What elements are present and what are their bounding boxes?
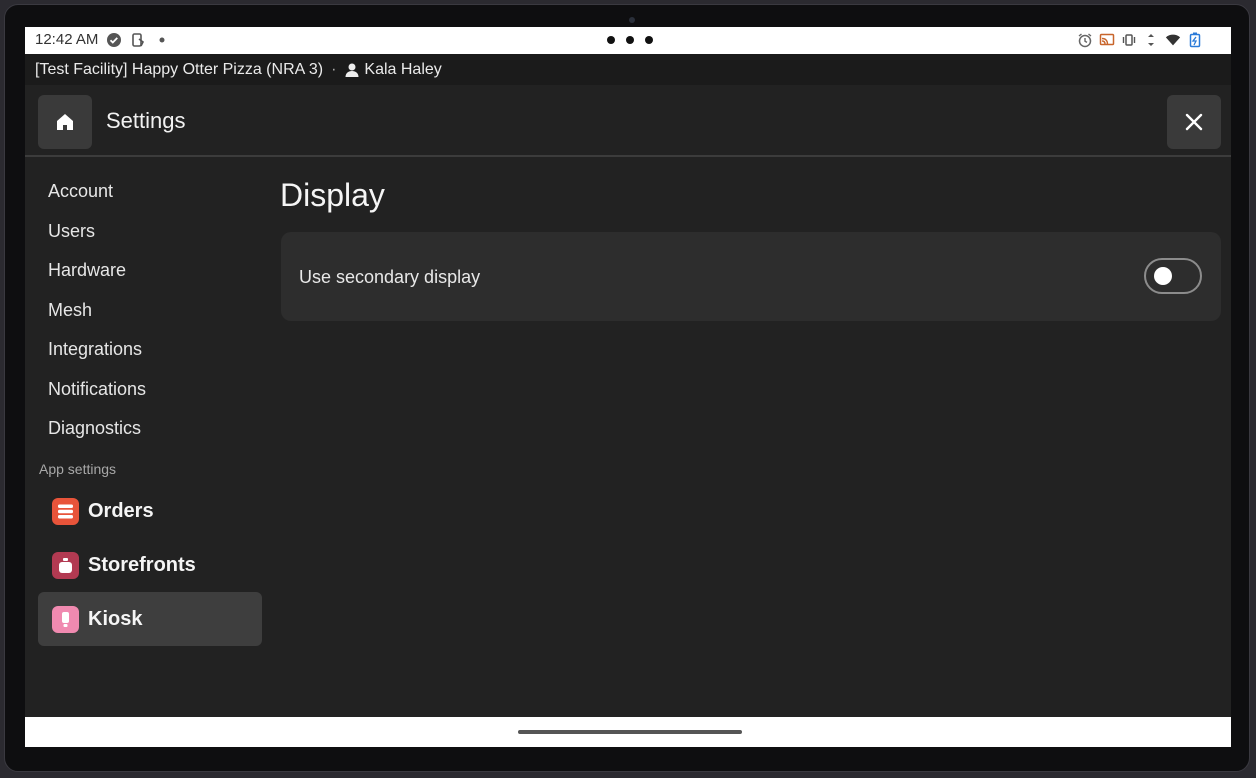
close-button[interactable] <box>1167 95 1221 149</box>
settings-sidebar: Account Users Hardware Mesh Integrations… <box>25 157 275 717</box>
sidebar-item-integrations[interactable]: Integrations <box>48 334 142 364</box>
front-camera <box>629 17 635 23</box>
current-user: Kala Haley <box>344 60 442 79</box>
sidebar-app-label: Kiosk <box>88 607 143 630</box>
notification-dot-icon <box>154 32 170 48</box>
home-button[interactable] <box>38 95 92 149</box>
vibrate-icon <box>1121 32 1137 48</box>
toggle-knob <box>1154 267 1172 285</box>
user-icon <box>344 62 360 78</box>
sidebar-item-notifications[interactable]: Notifications <box>48 374 146 404</box>
facility-bar: [Test Facility] Happy Otter Pizza (NRA 3… <box>25 54 1231 85</box>
alarm-icon <box>1077 32 1093 48</box>
home-icon <box>57 114 73 130</box>
storefront-icon <box>52 551 79 579</box>
tap-icon <box>130 32 146 48</box>
cast-icon <box>1099 32 1115 48</box>
sidebar-app-label: Storefronts <box>88 553 196 576</box>
setting-label: Use secondary display <box>299 267 481 287</box>
kiosk-icon <box>52 605 79 633</box>
sidebar-app-storefronts[interactable]: Storefronts <box>38 538 262 592</box>
navigation-bar <box>25 717 1231 747</box>
facility-separator: · <box>331 60 337 78</box>
sidebar-item-account[interactable]: Account <box>48 176 113 206</box>
status-more-indicator <box>607 36 653 44</box>
secondary-display-toggle[interactable] <box>1144 258 1202 294</box>
section-title: Display <box>280 177 385 213</box>
user-name: Kala Haley <box>364 60 442 78</box>
data-arrows-icon <box>1143 32 1159 48</box>
page-title: Settings <box>106 108 186 133</box>
sidebar-app-orders[interactable]: Orders <box>38 484 262 538</box>
home-gesture-handle[interactable] <box>518 730 742 734</box>
status-bar: 12:42 AM <box>25 27 1231 54</box>
check-circle-icon <box>106 32 122 48</box>
orders-icon <box>52 497 79 525</box>
sidebar-app-label: Orders <box>88 499 154 522</box>
sidebar-item-users[interactable]: Users <box>48 216 95 246</box>
app-settings-label: App settings <box>39 461 117 477</box>
settings-header: Settings <box>25 85 1231 157</box>
sidebar-item-hardware[interactable]: Hardware <box>48 255 126 285</box>
sidebar-item-mesh[interactable]: Mesh <box>48 295 92 325</box>
setting-row-secondary-display: Use secondary display <box>281 232 1221 321</box>
wifi-icon <box>1165 32 1181 48</box>
sidebar-item-diagnostics[interactable]: Diagnostics <box>48 413 141 443</box>
facility-name: [Test Facility] Happy Otter Pizza (NRA 3… <box>35 60 324 78</box>
screen: 12:42 AM [Test Facility] Happy Otter Piz… <box>25 27 1231 747</box>
sidebar-app-kiosk[interactable]: Kiosk <box>38 592 262 646</box>
status-time: 12:42 AM <box>35 31 99 48</box>
battery-charging-icon <box>1187 32 1203 48</box>
close-icon <box>1185 113 1203 131</box>
